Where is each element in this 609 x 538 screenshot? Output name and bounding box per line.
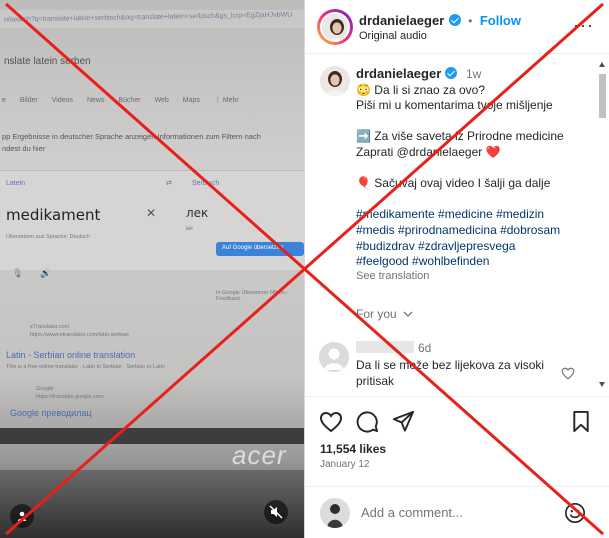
caption-username[interactable]: drdanielaeger [356, 66, 441, 81]
caption-line: 😳 Da li si znao za ovo? [356, 82, 485, 97]
caption-line: Piši mi u komentarima tvoje mišljenje [356, 98, 553, 113]
bookmark-icon[interactable] [571, 410, 591, 433]
caption: drdanielaeger 1w 😳 Da li si znao za ovo?… [356, 66, 596, 285]
caption-line [356, 161, 596, 177]
target-text: лек [186, 206, 209, 220]
caption-header: drdanielaeger 1w [356, 66, 596, 83]
comment-input[interactable] [361, 505, 551, 520]
default-avatar-icon [319, 342, 349, 372]
user-photo [320, 498, 350, 528]
search-tab: Videos [51, 97, 73, 104]
profile-photo [320, 66, 350, 96]
smiley-icon[interactable] [564, 502, 586, 524]
caption-age: 1w [465, 67, 482, 81]
paper-plane-icon[interactable] [392, 410, 415, 433]
user-tag-button[interactable] [10, 504, 34, 528]
search-tab: e [2, 97, 6, 104]
verified-badge-icon [444, 67, 457, 79]
heart-outline-icon[interactable] [319, 411, 343, 433]
mic-icon: 🎙 [12, 268, 24, 278]
search-tab: News [86, 97, 105, 104]
header-username[interactable]: drdanielaeger [359, 13, 444, 28]
result-url: https://translate.google.com [36, 394, 104, 400]
caption-line [356, 192, 596, 208]
likes-count[interactable]: 11,554 likes [320, 442, 386, 456]
result-site: eTranslator.com [30, 324, 70, 330]
source-hint: Übersetzen aus Sprache: Deutsch [6, 234, 90, 240]
video-player[interactable]: n/search?q=translate+latein+serbisch&oq=… [0, 0, 304, 538]
audio-label[interactable]: Original audio [359, 30, 427, 42]
separator: • [468, 14, 473, 28]
scrollbar[interactable] [598, 60, 607, 394]
chevron-down-icon [403, 311, 413, 317]
clear-icon: ✕ [146, 206, 157, 220]
comment-bar [305, 486, 609, 538]
hashtag-line[interactable]: #medikamente #medicine #medizin [356, 207, 596, 223]
hashtag-line[interactable]: #medis #prirodnamedicina #dobrosam [356, 223, 596, 239]
comment-age: 6d [418, 341, 432, 355]
search-tabs: e Bilder Videos News Bücher Web Maps ⋮ M… [2, 96, 304, 104]
search-tab: Bilder [19, 97, 38, 104]
action-bar [305, 396, 609, 484]
person-icon [17, 511, 27, 521]
result-desc: This is a free online translator · Latin… [6, 364, 165, 370]
caption-avatar[interactable] [320, 66, 350, 96]
for-you-label: For you [356, 307, 397, 321]
target-language: Serbisch [192, 180, 220, 187]
source-text: medikament [6, 206, 101, 224]
hashtag-line[interactable]: #feelgood #wohlbefinden [356, 254, 596, 270]
laptop-bezel [0, 470, 304, 538]
commenter-avatar[interactable] [319, 342, 349, 372]
hashtag-line[interactable]: #budizdrav #zdravljepresvega [356, 239, 596, 255]
follow-button[interactable]: Follow [480, 13, 521, 28]
post-header: drdanielaeger • Follow Original audio ··… [305, 0, 609, 54]
header-title-row: drdanielaeger • Follow [359, 12, 521, 30]
post-date[interactable]: January 12 [320, 459, 369, 470]
more-dots-icon[interactable]: ··· [573, 16, 594, 34]
see-translation-link[interactable]: See translation [356, 270, 596, 286]
source-language: Latein [6, 180, 26, 187]
mute-button[interactable] [264, 500, 288, 524]
search-query: nslate latein serben [4, 56, 91, 67]
caption-line: Zaprati @drdanielaeger ❤️ [356, 144, 501, 159]
caption-line: 🎈 Sačuvaj ovaj video I šalji ga dalje [356, 176, 551, 191]
brand-logo: acer [232, 440, 287, 470]
scroll-up-icon[interactable] [599, 62, 605, 67]
commenter-username-redacted [356, 341, 414, 353]
search-tab: Web [154, 97, 169, 104]
search-tab: Maps [182, 97, 200, 104]
result-title: Google преводилац [10, 408, 92, 418]
comment-text-line: pritisak [356, 374, 395, 388]
comment-text-line: Da li se može bez lijekova za visoki [356, 358, 545, 372]
result-url: https://www.etranslator.com/latin-serbia… [30, 332, 129, 338]
caption-line: ➡️ Za više saveta iz Prirodne medicine [356, 129, 564, 144]
comments-scroll-area[interactable]: drdanielaeger 1w 😳 Da li si znao za ovo?… [305, 55, 609, 395]
target-hint: lek [186, 226, 194, 232]
translate-feedback: In Google Übersetzer öffnen · Feedback [216, 290, 289, 302]
language-notice-2: ndest du hier [2, 144, 46, 153]
comment-bubble-icon[interactable] [356, 410, 379, 433]
caption-line [356, 114, 596, 130]
result-site: Google [36, 386, 54, 392]
post-panel: drdanielaeger • Follow Original audio ··… [304, 0, 609, 538]
scrollbar-thumb[interactable] [599, 74, 606, 118]
current-user-avatar[interactable] [320, 498, 350, 528]
for-you-filter[interactable]: For you [356, 307, 413, 321]
open-translate-button: Auf Google übersetzen [216, 242, 304, 256]
verified-badge-icon [448, 14, 461, 26]
speaker-muted-icon [269, 505, 283, 519]
result-title: Latin - Serbian online translation [6, 350, 136, 360]
speaker-icon: 🔊 [40, 268, 52, 278]
search-tab: ⋮ Mehr [213, 97, 239, 104]
avatar[interactable] [320, 12, 350, 42]
search-tab: Bücher [118, 97, 141, 104]
swap-arrows-icon: ⇄ [166, 180, 172, 187]
language-notice: pp Ergebnisse in deutscher Sprache anzei… [2, 132, 261, 141]
scroll-down-icon[interactable] [599, 382, 605, 387]
heart-outline-icon[interactable] [561, 367, 575, 380]
comment-text: Da li se može bez lijekova za visoki pri… [356, 357, 556, 389]
